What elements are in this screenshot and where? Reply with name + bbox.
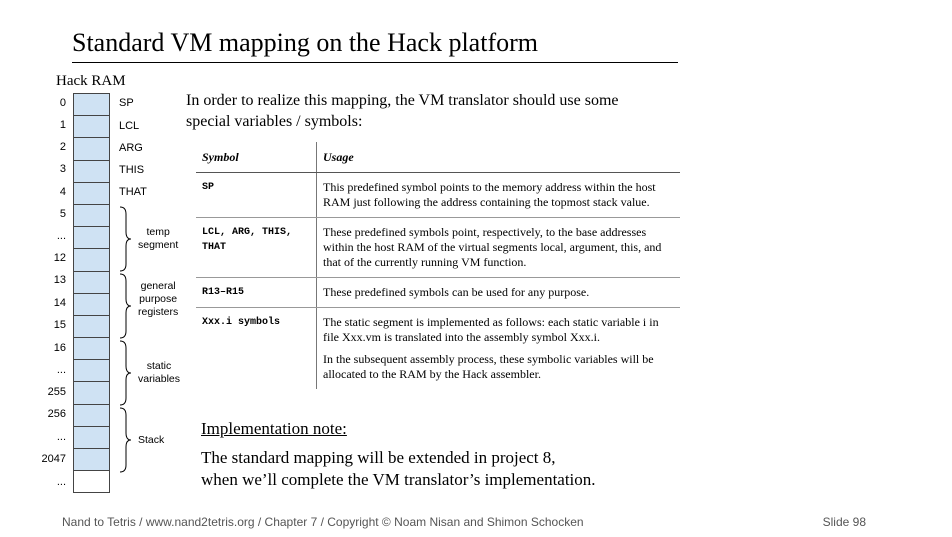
ram-cell xyxy=(73,227,110,250)
ram-symbol-sp: SP xyxy=(119,97,134,109)
table-cell-usage: These predefined symbols point, respecti… xyxy=(316,217,680,278)
implementation-note-body: The standard mapping will be extended in… xyxy=(201,448,596,489)
ram-caption: Hack RAM xyxy=(56,73,126,89)
ram-symbol-arg: ARG xyxy=(119,142,143,154)
ram-address: 15 xyxy=(53,319,66,331)
ram-column xyxy=(73,93,110,494)
table-cell-usage-part: In the subsequent assembly process, thes… xyxy=(323,352,654,381)
ram-cell xyxy=(73,160,110,183)
ram-address: 2047 xyxy=(41,453,66,465)
group-label-static: static variables xyxy=(138,360,181,385)
ram-cell xyxy=(73,338,110,361)
ram-address: ... xyxy=(56,431,66,443)
footer-credit: Nand to Tetris / www.nand2tetris.org / C… xyxy=(62,515,584,529)
ram-cell xyxy=(73,360,110,383)
ram-address: 14 xyxy=(53,297,66,309)
slide-number: Slide 98 xyxy=(822,515,866,529)
ram-cell xyxy=(73,116,110,139)
ram-symbol-lcl: LCL xyxy=(119,120,140,132)
ram-cell xyxy=(73,93,110,117)
ram-address: 12 xyxy=(53,252,66,264)
ram-address: 0 xyxy=(59,97,66,109)
ram-cell xyxy=(73,271,110,294)
intro-text: In order to realize this mapping, the VM… xyxy=(186,92,619,130)
ram-address: 1 xyxy=(59,119,66,131)
ram-address: 13 xyxy=(53,274,66,286)
ram-address: ... xyxy=(56,364,66,376)
table-cell-symbol: SP xyxy=(196,172,317,218)
ram-address: ... xyxy=(56,476,66,488)
ram-address: 5 xyxy=(59,208,66,220)
brace-icon xyxy=(119,206,132,272)
ram-cell xyxy=(73,315,110,339)
table-header-row: Symbol Usage xyxy=(196,142,680,173)
ram-symbol-that: THAT xyxy=(119,186,147,198)
table-row: LCL, ARG, THIS, THAT These predefined sy… xyxy=(196,217,680,278)
ram-cell xyxy=(73,249,110,272)
table-row: SP This predefined symbol points to the … xyxy=(196,172,680,218)
table-cell-symbol: LCL, ARG, THIS, THAT xyxy=(196,217,317,278)
ram-cell xyxy=(73,449,110,472)
brace-icon xyxy=(119,407,132,473)
ram-cell xyxy=(73,182,110,205)
table-cell-usage-part: The static segment is implemented as fol… xyxy=(323,315,659,344)
implementation-note-heading: Implementation note: xyxy=(201,419,347,438)
ram-cell xyxy=(73,138,110,161)
title-underline xyxy=(72,62,678,63)
slide-title: Standard VM mapping on the Hack platform xyxy=(72,28,538,57)
group-label-stack: Stack xyxy=(138,434,165,446)
table-cell-usage: These predefined symbols can be used for… xyxy=(316,277,680,308)
ram-address: 256 xyxy=(47,408,66,420)
ram-address: 4 xyxy=(59,186,66,198)
brace-icon xyxy=(119,340,132,406)
brace-icon xyxy=(119,273,132,339)
ram-cell xyxy=(73,293,110,316)
ram-address: 3 xyxy=(59,163,66,175)
ram-cell-empty xyxy=(73,471,110,494)
ram-address: 16 xyxy=(53,342,66,354)
table-cell-symbol: Xxx.i symbols xyxy=(196,307,317,389)
table-cell-symbol: R13–R15 xyxy=(196,277,317,308)
table-row: Xxx.i symbols The static segment is impl… xyxy=(196,307,681,390)
ram-cell xyxy=(73,426,110,449)
group-label-temp: temp segment xyxy=(138,226,179,251)
group-label-general-purpose: general purpose registers xyxy=(138,280,179,318)
ram-address: 2 xyxy=(59,141,66,153)
ram-symbol-this: THIS xyxy=(119,164,145,176)
table-header-usage: Usage xyxy=(316,142,680,173)
ram-cell xyxy=(73,404,110,427)
ram-cell xyxy=(73,204,110,228)
ram-cell xyxy=(73,382,110,405)
ram-address: 255 xyxy=(47,386,66,398)
table-header-symbol: Symbol xyxy=(196,142,317,173)
table-cell-usage: The static segment is implemented as fol… xyxy=(317,308,681,390)
table-row: R13–R15 These predefined symbols can be … xyxy=(196,277,680,308)
ram-address: ... xyxy=(56,230,66,242)
table-cell-usage: This predefined symbol points to the mem… xyxy=(316,172,680,218)
symbol-usage-table: Symbol Usage SP This predefined symbol p… xyxy=(196,142,680,389)
